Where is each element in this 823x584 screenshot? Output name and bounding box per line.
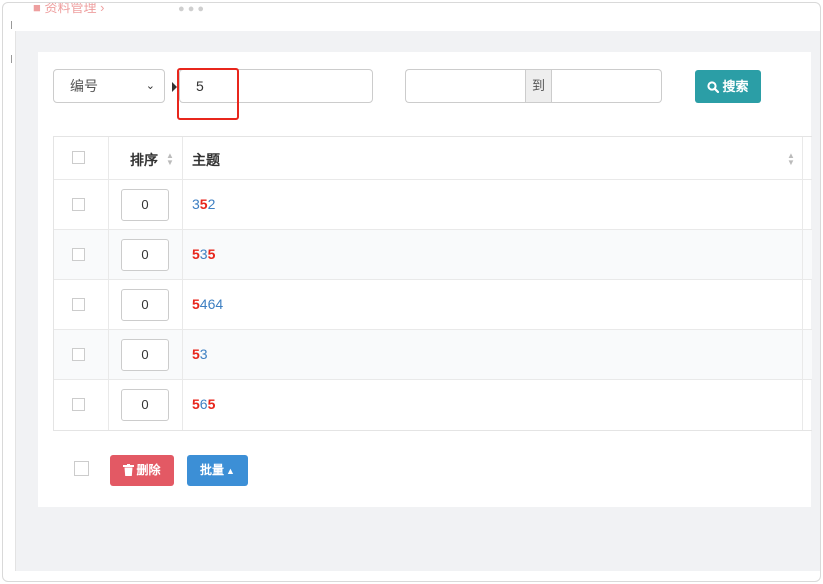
topic-text: 3	[192, 196, 200, 212]
order-input[interactable]: 0	[121, 238, 169, 271]
order-input[interactable]: 0	[121, 338, 169, 371]
row-checkbox[interactable]	[72, 247, 85, 261]
search-icon	[707, 81, 720, 94]
field-select-value: 编号	[70, 78, 98, 94]
table-row: 0 5464	[54, 280, 812, 330]
topic-link[interactable]: 565	[192, 396, 215, 412]
data-table: 排序 ▲ ▼ 主题 ▲ ▼ 0 352 0 535 0 5464 0 53 0 565	[53, 136, 812, 431]
row-checkbox[interactable]	[72, 297, 85, 311]
topic-link[interactable]: 5464	[192, 296, 223, 312]
topic-link[interactable]: 535	[192, 246, 215, 262]
field-select[interactable]: 编号 ⌄	[53, 69, 165, 103]
range-separator: 到	[525, 69, 552, 103]
table-row: 0 352	[54, 180, 812, 230]
chevron-up-icon: ▲	[226, 466, 235, 476]
keyword-match: 5	[199, 196, 208, 212]
column-header-order[interactable]: 排序 ▲ ▼	[109, 137, 183, 179]
top-nav-strip: ■ 资料管理 › ● ● ●	[3, 3, 820, 17]
topic-text: 3	[199, 346, 208, 362]
row-checkbox[interactable]	[72, 347, 85, 361]
keyword-match: 5	[207, 246, 216, 262]
topic-text: 3	[199, 246, 208, 262]
keyword-match: 5	[192, 246, 200, 262]
sort-icon: ▲ ▼	[787, 151, 795, 167]
keyword-match: 5	[207, 396, 216, 412]
topic-text: 464	[199, 296, 224, 312]
batch-dropdown-button[interactable]: 批量 ▲	[187, 455, 248, 486]
select-all-checkbox[interactable]	[72, 151, 85, 164]
delete-button-label: 删除	[136, 463, 161, 477]
table-row: 0 565	[54, 380, 812, 430]
table-header-row: 排序 ▲ ▼ 主题 ▲ ▼	[54, 137, 812, 180]
topic-link[interactable]: 352	[192, 196, 215, 212]
trash-icon	[123, 464, 135, 476]
chevron-down-icon: ⌄	[145, 80, 155, 92]
search-button[interactable]: 搜索	[695, 70, 761, 103]
row-checkbox[interactable]	[72, 398, 85, 411]
footer-select-checkbox[interactable]	[74, 461, 89, 476]
keyword-match: 5	[192, 346, 200, 362]
window-frame: ■ 资料管理 › ● ● ● 编号 ⌄ 5 到 搜索 排序 ▲ ▼ 主题 ▲ ▼…	[2, 2, 821, 582]
breadcrumb[interactable]: ■ 资料管理 ›	[33, 3, 104, 16]
topic-link[interactable]: 53	[192, 346, 208, 362]
list-panel: 编号 ⌄ 5 到 搜索 排序 ▲ ▼ 主题 ▲ ▼ 0 352 0 535 0 …	[38, 52, 812, 507]
row-checkbox[interactable]	[72, 197, 85, 211]
column-header-topic[interactable]: 主题 ▲ ▼	[183, 137, 803, 179]
delete-button[interactable]: 删除	[110, 455, 174, 486]
order-input[interactable]: 0	[121, 288, 169, 321]
topic-text: 6	[199, 396, 208, 412]
batch-button-label: 批量	[200, 463, 225, 477]
range-from-input[interactable]	[405, 69, 525, 103]
range-filter: 到	[405, 69, 662, 103]
annotation-highlight-box	[177, 68, 239, 120]
order-input[interactable]: 0	[121, 389, 169, 421]
sort-icon: ▲ ▼	[166, 151, 174, 167]
range-to-input[interactable]	[552, 69, 662, 103]
keyword-match: 5	[192, 296, 200, 312]
table-row: 0 535	[54, 230, 812, 280]
order-input[interactable]: 0	[121, 188, 169, 221]
table-row: 0 53	[54, 330, 812, 380]
keyword-match: 5	[192, 396, 200, 412]
topic-text: 2	[207, 196, 216, 212]
ellipsis-icon: ● ● ●	[178, 3, 205, 15]
search-button-label: 搜索	[722, 79, 749, 94]
side-marks	[11, 21, 13, 71]
